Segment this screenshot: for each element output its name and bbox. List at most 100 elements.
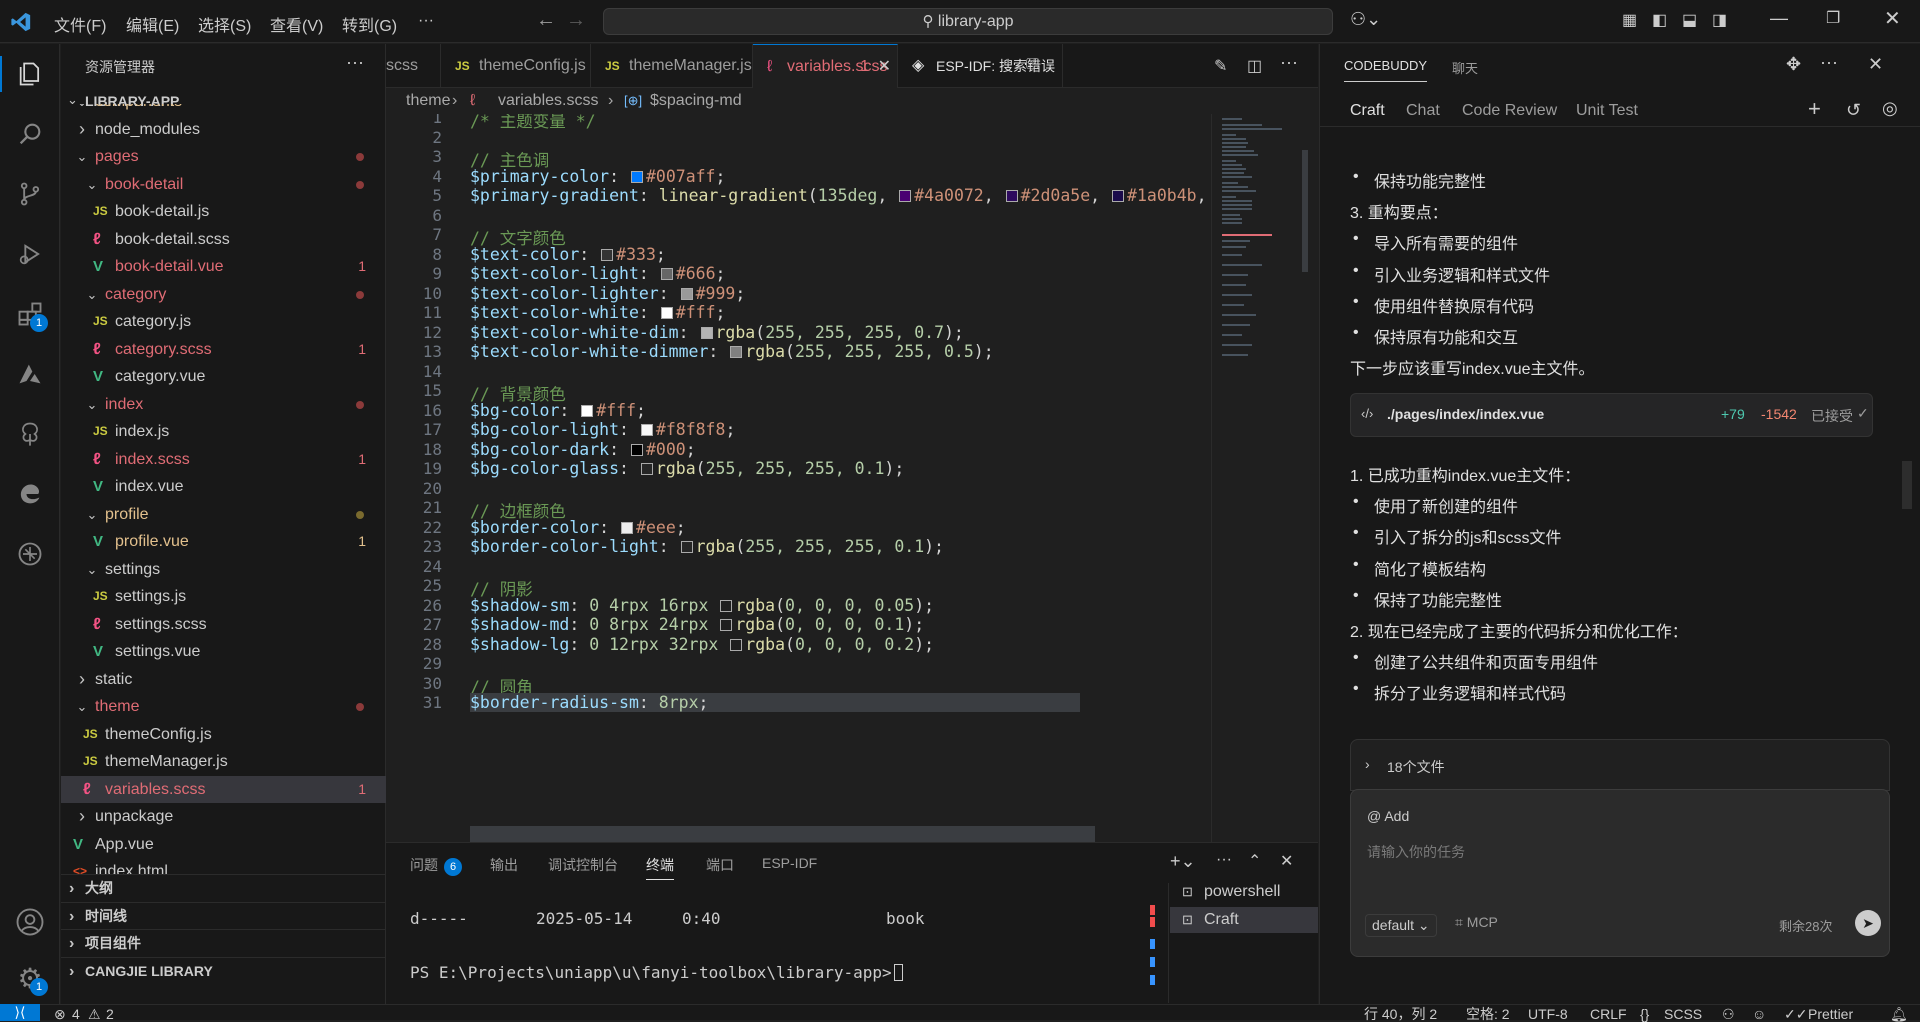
breadcrumb-file[interactable]: variables.scss	[498, 88, 598, 114]
close-window-icon[interactable]: ✕	[1884, 6, 1901, 31]
tree-item[interactable]: ⌄ settings	[61, 556, 386, 584]
tree-item[interactable]: ⌄ theme	[61, 693, 386, 721]
search-view-icon[interactable]	[12, 116, 48, 152]
task-input-box[interactable]: @ Add 请输入你的任务 default ⌄ ⌗ MCP 剩余28次 ➤	[1350, 789, 1890, 957]
color-swatch[interactable]	[640, 463, 653, 475]
code-line[interactable]: $bg-color-glass: rgba(255, 255, 255, 0.1…	[470, 459, 904, 478]
terminal-list-item[interactable]: ⊡ powershell	[1170, 879, 1318, 905]
sidebar-section-header[interactable]: › CANGJIE LIBRARY	[61, 956, 386, 984]
edge-devtools-icon[interactable]	[12, 476, 48, 512]
sidebar-section-header[interactable]: › 项目组件	[61, 929, 386, 956]
editor-more-icon[interactable]: ···	[1280, 52, 1298, 73]
menu-item[interactable]: 选择(S)	[198, 12, 251, 36]
color-swatch[interactable]	[899, 190, 912, 202]
color-swatch[interactable]	[660, 268, 673, 280]
mcp-button[interactable]: ⌗ MCP	[1455, 914, 1498, 931]
tree-item[interactable]: Vprofile.vue 1	[61, 528, 386, 556]
chat-top-tab[interactable]: 聊天	[1452, 58, 1478, 77]
terminal-list-item[interactable]: ⊡ Craft	[1170, 907, 1318, 933]
toggle-panel-icon[interactable]: ⬓	[1682, 10, 1697, 30]
source-control-icon[interactable]	[12, 176, 48, 212]
code-line[interactable]: $text-color-white-dimmer: rgba(255, 255,…	[470, 342, 994, 361]
restore-icon[interactable]: ❐	[1826, 8, 1840, 28]
menu-item[interactable]: 文件(F)	[54, 12, 106, 36]
sidebar-section-header[interactable]: › 大纲	[61, 874, 386, 901]
tree-item[interactable]: ℓ index.scss 1	[61, 446, 386, 474]
tree-item[interactable]: JS book-detail.js	[61, 198, 386, 226]
remote-explorer-icon[interactable]	[12, 536, 48, 572]
new-chat-icon[interactable]: +	[1808, 96, 1821, 122]
panel-tab[interactable]: ESP-IDF	[762, 855, 817, 871]
code-line[interactable]: $shadow-md: 0 8rpx 24rpx rgba(0, 0, 0, 0…	[470, 615, 924, 634]
tree-item[interactable]: › unpackage	[61, 803, 386, 831]
tree-item[interactable]: ℓ book-detail.scss	[61, 226, 386, 254]
codebuddy-tab[interactable]: CODEBUDDY	[1344, 58, 1428, 82]
menu-item[interactable]: 转到(G)	[342, 12, 397, 36]
color-swatch[interactable]	[1112, 190, 1125, 202]
tree-item[interactable]: ⌄ index	[61, 391, 386, 419]
settings-icon[interactable]: ◎	[1882, 98, 1898, 119]
tree-item[interactable]: ⌄ pages	[61, 143, 386, 171]
color-swatch[interactable]	[730, 638, 743, 651]
panel-tab[interactable]: 终端	[646, 855, 674, 880]
editor-tab[interactable]: JS themeManager.js	[591, 44, 753, 88]
panel-more-icon[interactable]: ···	[1820, 52, 1838, 73]
sidebar-section-header[interactable]: › 时间线	[61, 901, 386, 929]
command-center-search[interactable]: ⚲ library-app	[603, 8, 1333, 35]
explorer-icon[interactable]	[0, 56, 58, 92]
tree-item[interactable]: JS themeConfig.js	[61, 721, 386, 749]
color-swatch[interactable]	[640, 424, 653, 436]
tree-item[interactable]: ⌄ category	[61, 281, 386, 309]
panel-tab[interactable]: 问题 6	[410, 855, 462, 876]
color-swatch[interactable]	[601, 248, 614, 261]
color-swatch[interactable]	[700, 326, 713, 339]
code-line[interactable]: $border-radius-sm: 8rpx;	[470, 693, 1080, 712]
back-arrow-icon[interactable]: ←	[536, 9, 556, 32]
minimize-icon[interactable]: —	[1770, 8, 1788, 29]
close-panel-icon[interactable]: ✕	[1280, 851, 1293, 871]
move-panel-icon[interactable]: ✥	[1786, 54, 1801, 75]
azure-icon[interactable]	[12, 356, 48, 392]
model-select[interactable]: default ⌄	[1365, 914, 1437, 937]
close-tab-icon[interactable]: ✕	[878, 45, 891, 89]
color-swatch[interactable]	[1005, 190, 1018, 202]
add-context-button[interactable]: @ Add	[1367, 808, 1409, 824]
code-line[interactable]: /* 主题变量 */	[470, 114, 596, 132]
code-line[interactable]: $text-color-white: #fff;	[470, 303, 725, 322]
editor-tab[interactable]: scss	[386, 44, 441, 88]
code-line[interactable]: $bg-color-dark: #000;	[470, 440, 696, 459]
color-swatch[interactable]	[680, 541, 693, 553]
color-swatch[interactable]	[660, 307, 673, 319]
manage-gear-icon[interactable]: ⚙ 1	[12, 960, 48, 996]
color-swatch[interactable]	[680, 287, 693, 300]
code-editor[interactable]: 1/* 主题变量 */2 3// 主色调 4 $primary-color: #007…	[386, 114, 1211, 842]
color-swatch[interactable]	[581, 404, 594, 417]
minimap[interactable]	[1211, 114, 1309, 842]
tree-item[interactable]: JS category.js	[61, 308, 386, 336]
edit-pencil-icon[interactable]: ✎	[1214, 56, 1227, 76]
editor-tab[interactable]: JS themeConfig.js	[441, 44, 591, 88]
menu-item[interactable]: ···	[418, 12, 434, 30]
forward-arrow-icon[interactable]: →	[566, 9, 586, 32]
task-input[interactable]: 请输入你的任务	[1367, 842, 1465, 862]
menu-item[interactable]: 查看(V)	[270, 12, 323, 36]
color-swatch[interactable]	[730, 346, 743, 358]
terminal-prompt[interactable]: PS E:\Projects\uniapp\u\fanyi-toolbox\li…	[410, 963, 903, 982]
close-panel-icon[interactable]: ✕	[1868, 54, 1883, 75]
toggle-secondary-sidebar-icon[interactable]: ◨	[1712, 10, 1727, 30]
panel-tab[interactable]: 调试控制台	[548, 855, 618, 875]
code-line[interactable]: $text-color-light: #666;	[470, 264, 725, 283]
code-line[interactable]: $shadow-lg: 0 12rpx 32rpx rgba(0, 0, 0, …	[470, 635, 934, 654]
split-right-icon[interactable]: ◫	[1247, 56, 1262, 76]
code-line[interactable]: $shadow-sm: 0 4rpx 16rpx rgba(0, 0, 0, 0…	[470, 596, 934, 615]
panel-tab[interactable]: 输出	[490, 855, 518, 875]
codebuddy-mode-tab[interactable]: Chat	[1406, 102, 1440, 120]
codebuddy-mode-tab[interactable]: Code Review	[1462, 102, 1557, 120]
tree-item[interactable]: ⌄ profile	[61, 501, 386, 529]
tree-item[interactable]: ⌄ components	[61, 104, 386, 116]
tree-item[interactable]: Vindex.vue	[61, 473, 386, 501]
code-line[interactable]: $border-color: #eee;	[470, 518, 686, 537]
codebuddy-mode-tab[interactable]: Unit Test	[1576, 102, 1638, 120]
tree-item[interactable]: JS index.js	[61, 418, 386, 446]
editor-tab[interactable]: ℓ variables.scss 1 ✕	[753, 44, 898, 88]
